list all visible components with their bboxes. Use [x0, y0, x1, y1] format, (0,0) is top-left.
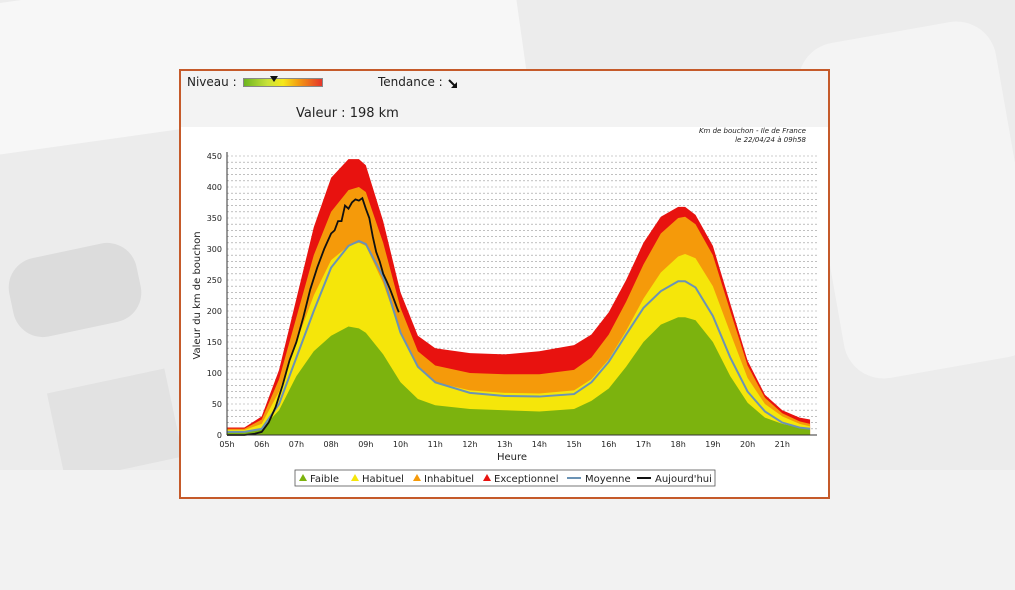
- y-tick-label: 200: [207, 307, 222, 316]
- x-tick-label: 09h: [358, 440, 373, 449]
- background-shape: [3, 237, 147, 343]
- x-tick-label: 06h: [254, 440, 269, 449]
- y-tick-label: 300: [207, 245, 222, 254]
- x-tick-label: 12h: [462, 440, 477, 449]
- y-tick-label: 350: [207, 214, 222, 223]
- legend-label: Inhabituel: [424, 474, 474, 485]
- y-tick-label: 100: [207, 369, 222, 378]
- y-tick-label: 150: [207, 338, 222, 347]
- y-axis-title: Valeur du km de bouchon: [192, 231, 203, 359]
- traffic-chart-panel: Niveau : Tendance : Valeur : 198 km Km d…: [179, 69, 830, 499]
- legend-label: Aujourd'hui: [655, 474, 712, 485]
- x-tick-label: 20h: [740, 440, 755, 449]
- x-tick-label: 10h: [393, 440, 408, 449]
- x-tick-label: 07h: [289, 440, 304, 449]
- x-tick-label: 05h: [219, 440, 234, 449]
- x-tick-label: 16h: [601, 440, 616, 449]
- x-tick-label: 14h: [532, 440, 547, 449]
- chart-svg: 0 50 100 150 200 250 300 350 400 450 05h 06h 07h 08h 0…: [192, 152, 817, 487]
- y-tick-label: 400: [207, 183, 222, 192]
- y-tick-label: 50: [212, 400, 222, 409]
- legend-label: Moyenne: [585, 474, 631, 485]
- legend-label: Exceptionnel: [494, 474, 558, 485]
- x-axis-title: Heure: [497, 452, 527, 463]
- legend-label: Faible: [310, 474, 339, 485]
- x-tick-label: 15h: [566, 440, 581, 449]
- background-shape: [46, 368, 184, 482]
- x-tick-label: 18h: [671, 440, 686, 449]
- x-tick-label: 08h: [323, 440, 338, 449]
- legend-label: Habituel: [362, 474, 404, 485]
- x-tick-label: 17h: [636, 440, 651, 449]
- x-tick-label: 21h: [775, 440, 790, 449]
- x-tick-label: 13h: [497, 440, 512, 449]
- y-tick-label: 450: [207, 152, 222, 161]
- x-tick-label: 11h: [428, 440, 443, 449]
- x-tick-label: 19h: [705, 440, 720, 449]
- y-tick-label: 0: [217, 431, 222, 440]
- y-tick-label: 250: [207, 276, 222, 285]
